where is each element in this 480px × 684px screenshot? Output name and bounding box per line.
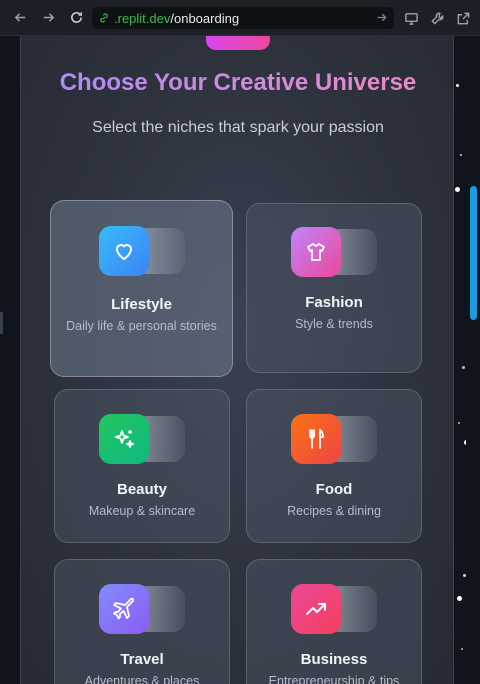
niche-description: Makeup & skincare bbox=[88, 504, 196, 518]
plane-icon bbox=[99, 584, 149, 634]
scrollbar-track[interactable] bbox=[466, 36, 480, 684]
link-icon bbox=[100, 13, 108, 23]
niche-card-food[interactable]: Food Recipes & dining bbox=[246, 389, 422, 543]
star-decoration bbox=[457, 596, 462, 601]
wrench-icon[interactable] bbox=[424, 0, 450, 36]
niche-title: Fashion bbox=[305, 294, 363, 311]
url-path: /onboarding bbox=[170, 10, 240, 26]
star-decoration bbox=[460, 154, 462, 156]
monitor-icon[interactable] bbox=[398, 0, 424, 36]
url-domain: .replit.dev bbox=[114, 10, 171, 26]
address-bar[interactable]: .replit.dev/onboarding bbox=[92, 7, 394, 29]
niche-description: Daily life & personal stories bbox=[66, 319, 217, 333]
back-icon[interactable] bbox=[6, 0, 34, 36]
reload-icon[interactable] bbox=[62, 0, 90, 36]
star-decoration bbox=[458, 422, 460, 424]
niche-title: Beauty bbox=[116, 481, 168, 498]
niche-card-fashion[interactable]: Fashion Style & trends bbox=[246, 203, 422, 373]
external-link-icon[interactable] bbox=[450, 0, 476, 36]
niche-title: Lifestyle bbox=[111, 296, 172, 313]
niche-card-business[interactable]: Business Entrepreneurship & tips bbox=[246, 559, 422, 684]
go-arrow-icon[interactable] bbox=[375, 11, 388, 24]
shirt-icon bbox=[291, 227, 341, 277]
star-decoration bbox=[462, 366, 465, 369]
niche-title: Travel bbox=[120, 651, 164, 668]
niche-description: Style & trends bbox=[295, 317, 373, 331]
star-decoration bbox=[461, 648, 463, 650]
niche-description: Entrepreneurship & tips bbox=[268, 674, 400, 684]
edge-marker bbox=[0, 312, 3, 334]
niche-title: Food bbox=[315, 481, 353, 498]
utensils-icon bbox=[291, 414, 341, 464]
niche-card-lifestyle[interactable]: Lifestyle Daily life & personal stories bbox=[50, 200, 233, 377]
star-decoration bbox=[456, 84, 459, 87]
forward-icon[interactable] bbox=[34, 0, 62, 36]
niche-description: Adventures & places bbox=[84, 674, 200, 684]
onboarding-panel: Choose Your Creative Universe Select the… bbox=[20, 36, 454, 684]
sparkles-icon bbox=[99, 414, 149, 464]
niche-title: Business bbox=[300, 651, 368, 668]
heart-icon bbox=[98, 226, 149, 276]
niche-description: Recipes & dining bbox=[287, 504, 381, 518]
page-title: Choose Your Creative Universe bbox=[21, 69, 453, 97]
browser-toolbar: .replit.dev/onboarding bbox=[0, 0, 480, 36]
niche-card-travel[interactable]: Travel Adventures & places bbox=[54, 559, 230, 684]
trending-up-icon bbox=[291, 584, 341, 634]
logo-badge bbox=[206, 36, 270, 50]
niche-card-beauty[interactable]: Beauty Makeup & skincare bbox=[54, 389, 230, 543]
page-subtitle: Select the niches that spark your passio… bbox=[92, 119, 384, 136]
star-decoration bbox=[455, 187, 460, 192]
scrollbar-thumb[interactable] bbox=[470, 186, 477, 320]
